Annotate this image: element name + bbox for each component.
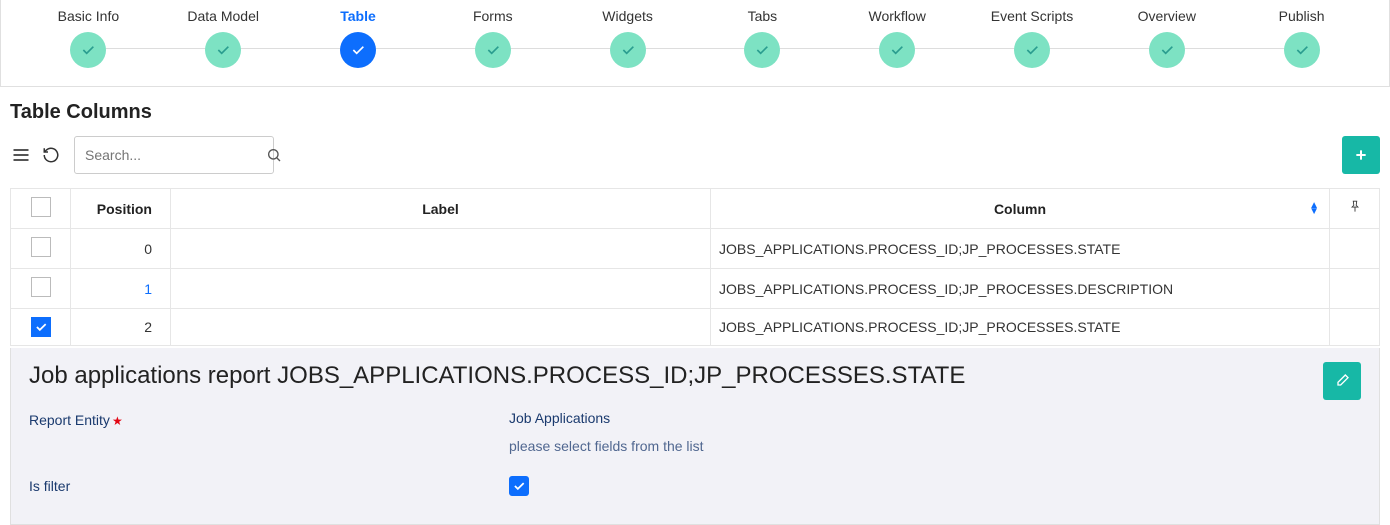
search-icon[interactable] [266,147,282,163]
wizard-step-label: Widgets [560,8,695,24]
row-position[interactable]: 1 [71,269,171,309]
row-column: JOBS_APPLICATIONS.PROCESS_ID;JP_PROCESSE… [711,309,1330,346]
wizard-step[interactable]: Widgets [560,8,695,68]
is-filter-label: Is filter [29,476,509,496]
header-column[interactable]: Column ▲▼ [711,189,1330,229]
report-entity-label-text: Report Entity [29,412,110,428]
row-label [171,269,711,309]
table-toolbar [0,128,1390,182]
detail-title: Job applications report JOBS_APPLICATION… [29,362,1361,390]
search-field-wrapper [74,136,274,174]
check-icon [1149,32,1185,68]
check-icon [1014,32,1050,68]
menu-icon[interactable] [10,144,32,166]
check-icon [879,32,915,68]
row-checkbox-cell [11,229,71,269]
check-icon [205,32,241,68]
wizard-step-label: Event Scripts [965,8,1100,24]
row-checkbox[interactable] [31,317,51,337]
table-row[interactable]: 1 JOBS_APPLICATIONS.PROCESS_ID;JP_PROCESS… [11,269,1380,309]
report-entity-row: Report Entity★ Job Applications [29,410,1361,428]
wizard-step-label: Basic Info [21,8,156,24]
row-checkbox[interactable] [31,277,51,297]
wizard-step[interactable]: Forms [425,8,560,68]
wizard-step-label: Table [291,8,426,24]
sort-indicator-icon[interactable]: ▲▼ [1309,203,1319,215]
row-pin-cell [1330,269,1380,309]
wizard-step[interactable]: Table [291,8,426,68]
report-entity-value: Job Applications [509,410,610,428]
header-label[interactable]: Label [171,189,711,229]
select-all-checkbox[interactable] [31,197,51,217]
check-icon [1284,32,1320,68]
wizard-step-label: Workflow [830,8,965,24]
row-position: 0 [71,229,171,269]
wizard-step[interactable]: Publish [1234,8,1369,68]
row-label [171,229,711,269]
wizard-step-label: Publish [1234,8,1369,24]
helper-text: please select fields from the list [509,438,1361,454]
header-column-text: Column [994,201,1046,217]
report-entity-label: Report Entity★ [29,410,509,428]
wizard-step-label: Overview [1099,8,1234,24]
wizard-step[interactable]: Event Scripts [965,8,1100,68]
row-label [171,309,711,346]
is-filter-value [509,476,529,496]
check-icon [744,32,780,68]
edit-button[interactable] [1323,362,1361,400]
wizard-step[interactable]: Data Model [156,8,291,68]
header-checkbox-cell [11,189,71,229]
row-column: JOBS_APPLICATIONS.PROCESS_ID;JP_PROCESSE… [711,229,1330,269]
wizard-step[interactable]: Overview [1099,8,1234,68]
wizard-step[interactable]: Basic Info [21,8,156,68]
add-button[interactable] [1342,136,1380,174]
table-row[interactable]: 2 JOBS_APPLICATIONS.PROCESS_ID;JP_PROCESS… [11,309,1380,346]
row-position: 2 [71,309,171,346]
row-checkbox[interactable] [31,237,51,257]
header-position[interactable]: Position [71,189,171,229]
row-pin-cell [1330,309,1380,346]
detail-panel: Job applications report JOBS_APPLICATION… [10,348,1380,525]
columns-table: Position Label Column ▲▼ 0 JOBS_APPLICATI… [10,188,1380,346]
check-icon [70,32,106,68]
refresh-icon[interactable] [40,144,62,166]
search-input[interactable] [85,147,266,163]
check-icon [340,32,376,68]
required-star-icon: ★ [112,414,123,428]
wizard-step[interactable]: Tabs [695,8,830,68]
wizard-step-label: Forms [425,8,560,24]
is-filter-checkbox[interactable] [509,476,529,496]
table-row[interactable]: 0 JOBS_APPLICATIONS.PROCESS_ID;JP_PROCESS… [11,229,1380,269]
is-filter-row: Is filter [29,476,1361,496]
wizard-step[interactable]: Workflow [830,8,965,68]
row-pin-cell [1330,229,1380,269]
wizard-step-label: Tabs [695,8,830,24]
check-icon [475,32,511,68]
row-checkbox-cell [11,269,71,309]
wizard-step-label: Data Model [156,8,291,24]
row-column: JOBS_APPLICATIONS.PROCESS_ID;JP_PROCESSE… [711,269,1330,309]
check-icon [610,32,646,68]
header-pin[interactable] [1330,189,1380,229]
section-title: Table Columns [0,87,1390,128]
row-checkbox-cell [11,309,71,346]
table-header-row: Position Label Column ▲▼ [11,189,1380,229]
wizard-stepper: Basic InfoData ModelTableFormsWidgetsTab… [0,0,1390,87]
